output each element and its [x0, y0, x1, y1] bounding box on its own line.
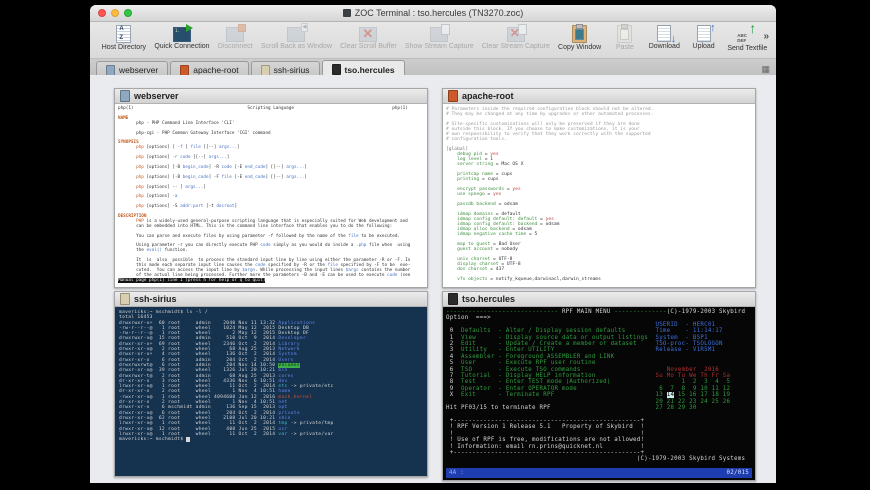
paste-button: Paste: [610, 24, 640, 51]
zoom-button[interactable]: [124, 9, 132, 17]
window-document-icon: [343, 9, 351, 17]
terminal-line: (C)-1979-2003 Skybird Systems: [446, 456, 752, 462]
toolbar-item-label: Send Textfile: [727, 45, 767, 52]
toolbar-item-label: Disconnect: [218, 43, 253, 50]
upload-icon: [697, 25, 711, 42]
panel-apache-root-title: apache-root: [462, 91, 514, 101]
window-title-group: ZOC Terminal : tso.hercules (TN3270.zoc): [343, 8, 523, 18]
oia-cursor-position: 02/015: [727, 468, 749, 478]
main-area: webserver php(1) Scripting Language php(…: [90, 75, 776, 483]
clear-scroll-buffer-button: Clear Scroll Buffer: [341, 24, 397, 50]
show-stream-capture-button: Show Stream Capture: [405, 24, 473, 50]
toolbar-overflow-chevron-icon[interactable]: »: [763, 32, 769, 42]
panel-ssh-sirius-title: ssh-sirius: [134, 294, 177, 304]
toolbar-item-label: Clear Scroll Buffer: [340, 43, 397, 50]
panel-apache-root-titlebar[interactable]: apache-root: [443, 89, 755, 104]
terminal-line: vfs objects = notify_kqueue,darwinacl,da…: [446, 277, 752, 282]
panel-webserver: webserver php(1) Scripting Language php(…: [114, 88, 428, 288]
panel-webserver-title: webserver: [134, 91, 179, 101]
toolbar-item-label: Scroll Back as Window: [261, 43, 332, 50]
panel-webserver-titlebar[interactable]: webserver: [115, 89, 427, 104]
webserver-terminal-screen[interactable]: php(1) Scripting Language php(1) NAME ph…: [115, 104, 427, 287]
tab-terminal-icon: [106, 65, 115, 76]
tab-grid-icon[interactable]: ▦: [761, 64, 770, 75]
quick-connection-icon: [173, 27, 191, 42]
titlebar[interactable]: ZOC Terminal : tso.hercules (TN3270.zoc): [90, 5, 776, 22]
download-icon: [657, 25, 671, 42]
panel-tso-hercules-title: tso.hercules: [462, 294, 515, 304]
terminal-line: can be embedded into HTML. This is the c…: [118, 225, 424, 230]
toolbar-item-label: Show Stream Capture: [405, 43, 474, 50]
toolbar-item-label: Paste: [616, 44, 634, 51]
disconnect-button: Disconnect: [218, 24, 252, 50]
scroll-back-as-window-button: Scroll Back as Window: [261, 24, 331, 50]
terminal-icon: [120, 90, 130, 102]
tso-hercules-terminal-screen[interactable]: ------------------------------ RPF MAIN …: [443, 307, 755, 480]
terminal-icon: [448, 293, 458, 305]
upload-button[interactable]: Upload: [689, 24, 719, 50]
copy-window-button[interactable]: Copy Window: [558, 24, 601, 51]
scroll-back-as-window-icon: [287, 27, 305, 42]
host-directory-button[interactable]: Host Directory: [102, 24, 146, 51]
tab-terminal-icon: [261, 65, 270, 76]
send-textfile-button[interactable]: Send Textfile: [728, 24, 767, 52]
panel-ssh-sirius: ssh-sirius mavericks:~ mschmidt$ ls -l /…: [114, 291, 428, 477]
minimize-button[interactable]: [111, 9, 119, 17]
toolbar-item-label: Host Directory: [102, 44, 146, 51]
toolbar: Host Directory Quick Connection Disconnect…: [90, 22, 776, 59]
ssh-sirius-terminal-screen[interactable]: mavericks:~ mschmidt$ ls -l /total 16453…: [115, 307, 427, 476]
panel-tso-hercules: tso.hercules ---------------------------…: [442, 291, 756, 481]
terminal-line: php(1) Scripting Language php(1): [118, 107, 424, 112]
tab-terminal-icon: [180, 65, 189, 76]
panel-ssh-sirius-titlebar[interactable]: ssh-sirius: [115, 292, 427, 307]
window-title: ZOC Terminal : tso.hercules (TN3270.zoc): [355, 8, 523, 18]
terminal-line: You can parse and execute files by using…: [118, 235, 424, 240]
copy-window-icon: [572, 25, 587, 43]
apache-root-terminal-screen[interactable]: # Parameters inside the required configu…: [443, 104, 755, 287]
panel-apache-root: apache-root # Parameters inside the requ…: [442, 88, 756, 288]
window-controls: [98, 9, 132, 17]
clear-stream-capture-button: Clear Stream Capture: [482, 24, 549, 50]
panel-tso-hercules-titlebar[interactable]: tso.hercules: [443, 292, 755, 307]
tab-label: ssh-sirius: [274, 65, 310, 75]
show-stream-capture-icon: [430, 27, 448, 42]
toolbar-item-label: Upload: [693, 43, 715, 50]
oia-status-bar: 4A : 02/015: [446, 468, 752, 478]
toolbar-item-label: Copy Window: [558, 44, 601, 51]
toolbar-item-label: Quick Connection: [154, 43, 209, 50]
send-textfile-icon: [737, 24, 757, 44]
toolbar-item-label: Clear Stream Capture: [482, 43, 550, 50]
oia-indicator: 4A :: [449, 468, 464, 478]
close-button[interactable]: [98, 9, 106, 17]
download-button[interactable]: Download: [649, 24, 680, 50]
terminal-line: Manual page php(1) line 1 (press h for h…: [118, 279, 424, 284]
quick-connection-button[interactable]: Quick Connection: [155, 24, 209, 50]
host-directory-icon: [116, 25, 131, 43]
tab-label: tso.hercules: [345, 65, 395, 75]
disconnect-icon: [226, 27, 244, 42]
terminal-icon: [120, 293, 130, 305]
terminal-line: mavericks:~ mschmidt$: [119, 437, 423, 442]
app-window: ZOC Terminal : tso.hercules (TN3270.zoc)…: [90, 5, 776, 483]
tab-label: webserver: [119, 65, 158, 75]
tab-terminal-icon: [332, 64, 341, 75]
clear-scroll-buffer-icon: [359, 27, 377, 42]
clear-stream-capture-icon: [507, 27, 525, 42]
paste-icon: [617, 25, 632, 43]
terminal-icon: [448, 90, 458, 102]
tab-label: apache-root: [193, 65, 238, 75]
